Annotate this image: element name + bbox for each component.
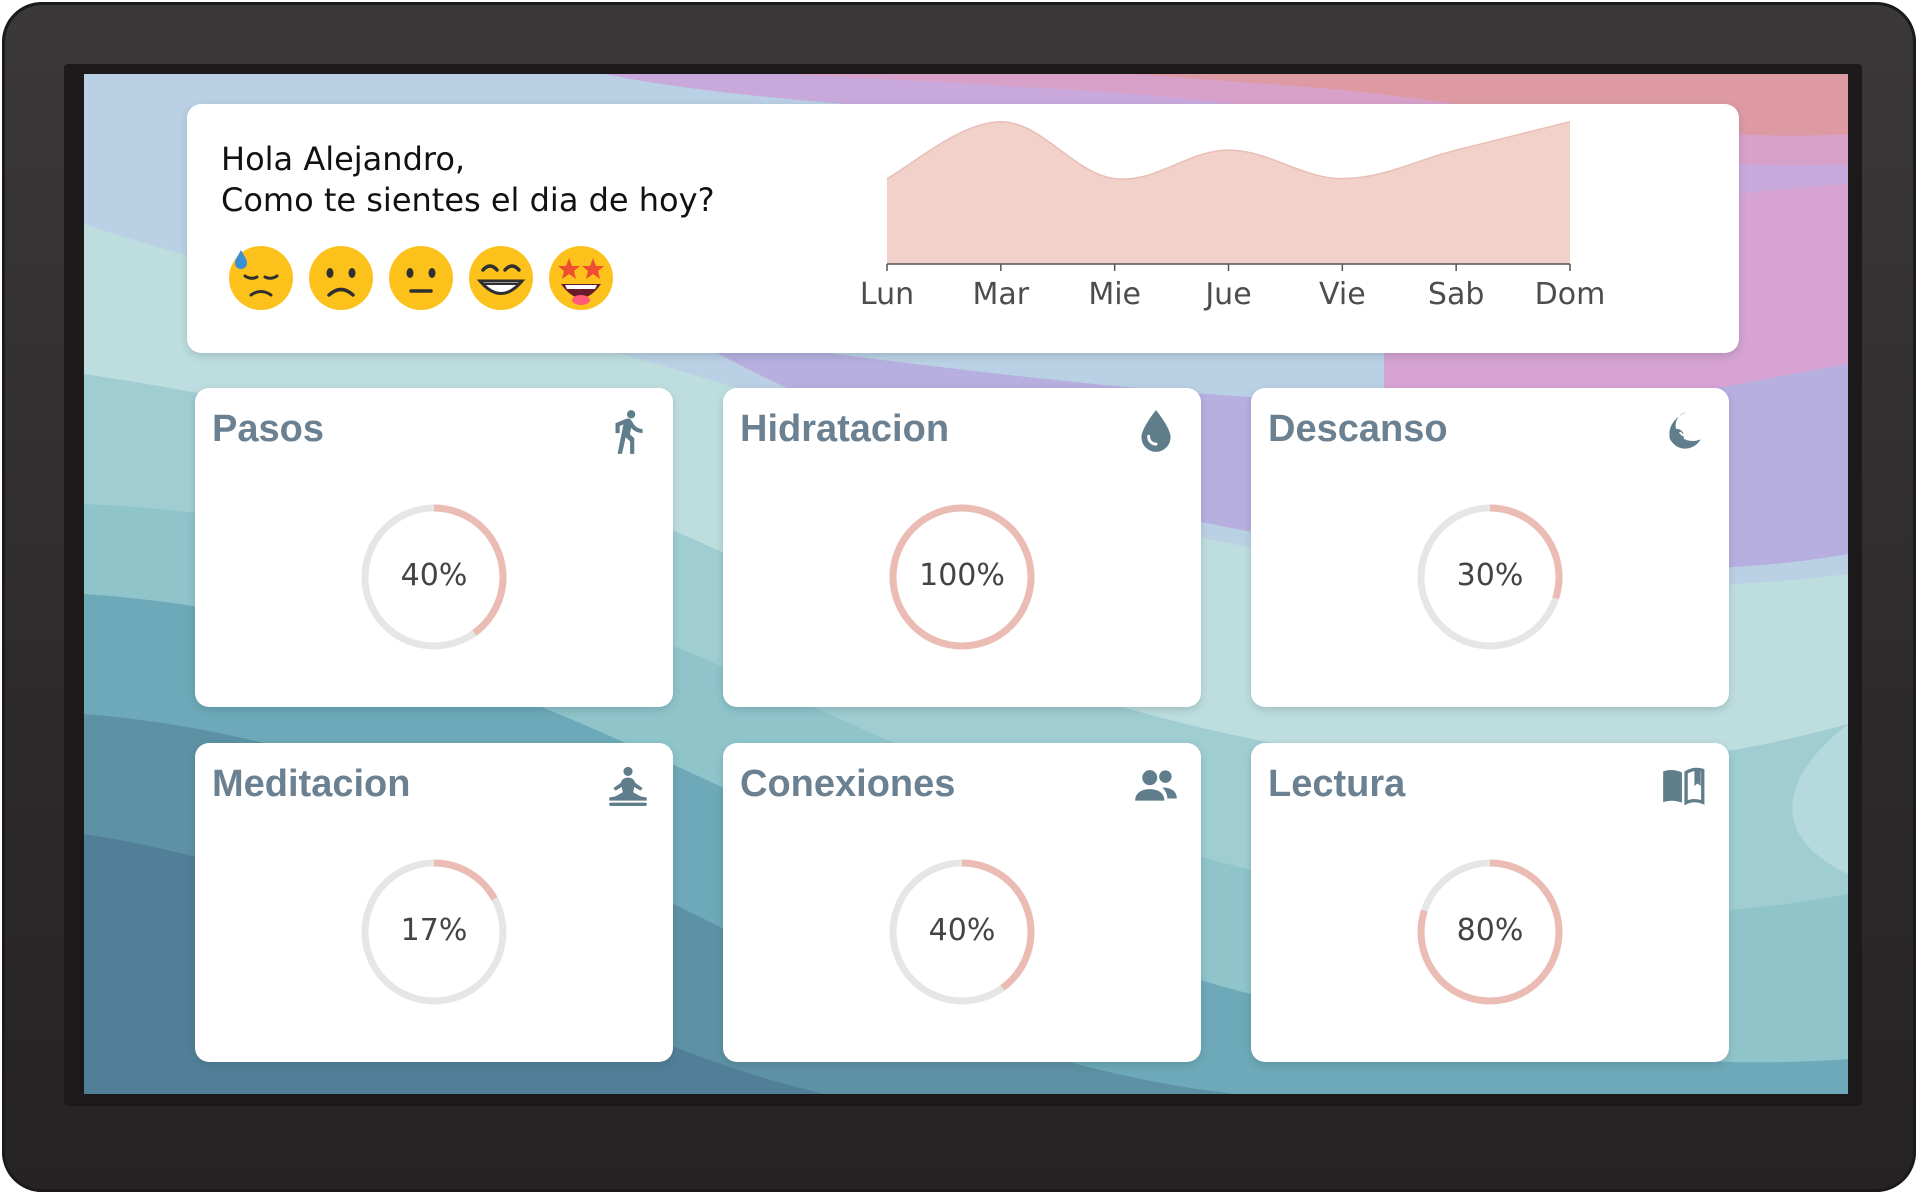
mood-card: Hola Alejandro, Como te sientes el dia d… [187, 104, 1739, 353]
x-tick-label: Mie [1088, 277, 1141, 312]
x-tick-label: Vie [1319, 277, 1366, 312]
mood-week-chart: Lun Mar Mie Jue Vie Sab Dom [860, 120, 1606, 312]
metric-card-pasos[interactable]: Pasos 40% [195, 388, 673, 707]
star-struck-face-icon[interactable] [545, 240, 617, 312]
metric-card-meditacion[interactable]: Meditacion 17% [195, 743, 673, 1062]
progress-percent: 100% [919, 558, 1005, 593]
moon-sleep-icon [1669, 412, 1701, 449]
progress-percent: 30% [1456, 558, 1524, 593]
open-book-icon [1663, 767, 1705, 806]
x-tick-label: Sab [1428, 277, 1484, 312]
frowning-face-icon[interactable] [305, 240, 377, 312]
area-series [887, 121, 1570, 264]
downcast-face-with-sweat-icon[interactable] [225, 240, 297, 312]
metric-title: Meditacion [212, 763, 411, 805]
people-icon [1135, 770, 1177, 801]
metric-title: Hidratacion [740, 408, 950, 450]
metric-title: Descanso [1268, 408, 1448, 450]
metric-card-lectura[interactable]: Lectura 80% [1251, 743, 1729, 1062]
progress-percent: 80% [1456, 913, 1524, 948]
walking-person-icon [615, 410, 643, 454]
neutral-face-icon[interactable] [385, 240, 457, 312]
metric-card-descanso[interactable]: Descanso 30% [1251, 388, 1729, 707]
progress-percent: 40% [928, 913, 996, 948]
greeting-line-1: Hola Alejandro, [221, 140, 466, 178]
progress-percent: 17% [400, 913, 468, 948]
metric-card-hidratacion[interactable]: Hidratacion 100% [723, 388, 1201, 707]
metric-title: Lectura [1268, 763, 1406, 805]
x-tick-label: Mar [973, 277, 1030, 312]
meditation-icon [609, 766, 647, 806]
x-tick-label: Lun [860, 277, 914, 312]
app-screen: Hola Alejandro, Como te sientes el dia d… [84, 74, 1848, 1094]
metric-card-conexiones[interactable]: Conexiones 40% [723, 743, 1201, 1062]
x-tick-label: Jue [1203, 277, 1251, 312]
water-drop-icon [1141, 410, 1171, 452]
metric-title: Conexiones [740, 763, 956, 805]
tablet-frame: Hola Alejandro, Como te sientes el dia d… [2, 2, 1916, 1192]
grinning-face-icon[interactable] [465, 240, 537, 312]
progress-percent: 40% [400, 558, 468, 593]
mood-selector [225, 240, 625, 316]
metric-title: Pasos [212, 408, 324, 450]
x-tick-label: Dom [1535, 277, 1606, 312]
greeting-question: Como te sientes el dia de hoy? [221, 181, 715, 219]
